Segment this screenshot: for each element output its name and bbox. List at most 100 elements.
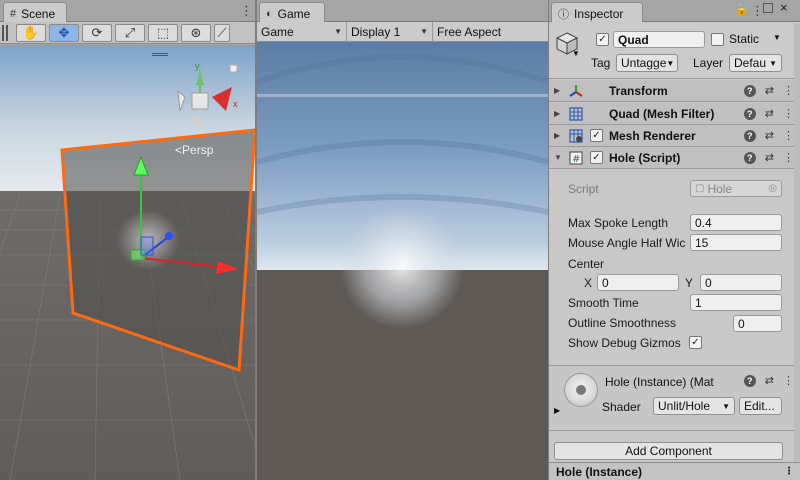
- close-icon[interactable]: ×: [780, 0, 788, 15]
- preset-icon[interactable]: ⇄: [765, 107, 774, 120]
- game-render: [257, 42, 548, 480]
- edit-shader-button[interactable]: Edit...: [739, 397, 782, 415]
- move-tool-button[interactable]: ✥: [49, 23, 79, 42]
- icon-dropdown-icon[interactable]: ▼: [572, 49, 580, 58]
- enabled-checkbox[interactable]: ✓: [590, 129, 603, 142]
- center-y-input[interactable]: 0: [700, 274, 782, 291]
- scene-viewport[interactable]: y x <Persp: [0, 45, 255, 480]
- layer-label: Layer: [693, 56, 724, 70]
- game-viewport[interactable]: [257, 42, 548, 480]
- scene-menu-icon[interactable]: ⋮: [240, 3, 253, 19]
- script-icon: #: [568, 150, 584, 166]
- preset-icon[interactable]: ⇄: [765, 374, 774, 387]
- show-debug-checkbox[interactable]: ✓: [689, 336, 702, 349]
- material-section: ▶ Hole (Instance) (Mat ? ⇄ ⋮ Shader Unli…: [549, 365, 794, 425]
- help-icon[interactable]: ?: [743, 151, 756, 164]
- tab-scene[interactable]: # Scene: [3, 2, 67, 22]
- mouse-angle-input[interactable]: 15: [690, 234, 782, 251]
- tab-inspector[interactable]: ⓘ Inspector: [551, 2, 643, 22]
- preset-icon[interactable]: ⇄: [765, 84, 774, 97]
- component-hole-script[interactable]: ▼ # ✓ Hole (Script) ? ⇄ ⋮: [549, 147, 800, 169]
- fold-arrow-icon[interactable]: ▼: [554, 153, 564, 162]
- add-component-button[interactable]: Add Component: [554, 442, 783, 460]
- transform-tool-button[interactable]: ⊛: [181, 23, 211, 42]
- component-menu-icon[interactable]: ⋮: [783, 374, 794, 387]
- inspector-scrollbar[interactable]: [794, 23, 800, 463]
- layer-dropdown[interactable]: Defau ▼: [729, 54, 782, 72]
- tab-scene-label: Scene: [21, 6, 56, 21]
- lock-icon[interactable]: 🔒: [735, 3, 749, 16]
- component-menu-icon[interactable]: ⋮: [783, 107, 794, 120]
- help-icon[interactable]: ?: [743, 374, 756, 387]
- active-checkbox[interactable]: ✓: [596, 33, 609, 46]
- component-mesh-filter[interactable]: ▶ Quad (Mesh Filter) ? ⇄ ⋮: [549, 103, 800, 125]
- display-dropdown[interactable]: Display 1 ▼: [347, 21, 433, 42]
- hand-tool-button[interactable]: ✋: [16, 23, 46, 42]
- transform-icon: [568, 83, 584, 99]
- help-icon[interactable]: ?: [743, 84, 756, 97]
- fold-arrow-icon[interactable]: ▶: [554, 109, 564, 118]
- rect-tool-button[interactable]: ⬚: [148, 23, 178, 42]
- scene-panel: # Scene ⋮ ✋ ✥ ⟳ ⤢ ⬚ ⊛ ⟋ y x <Persp: [0, 0, 255, 480]
- smooth-time-input[interactable]: 1: [690, 294, 782, 311]
- grid-icon: #: [10, 7, 17, 20]
- component-tools: ? ⇄ ⋮: [743, 129, 794, 142]
- fold-arrow-icon[interactable]: ▶: [554, 131, 564, 140]
- mesh-grid-icon: [568, 106, 584, 122]
- fold-arrow-icon[interactable]: ▶: [554, 406, 560, 415]
- component-tools: ? ⇄ ⋮: [743, 151, 794, 164]
- gameobject-header: ▼ ✓ Quad Static ▼ Tag Untagge ▼ Layer Def…: [549, 23, 800, 79]
- component-menu-icon[interactable]: ⋮: [783, 129, 794, 142]
- scale-tool-button[interactable]: ⤢: [115, 23, 145, 42]
- maximize-icon[interactable]: [763, 3, 773, 13]
- script-label: Script: [568, 182, 599, 196]
- max-spoke-input[interactable]: 0.4: [690, 214, 782, 231]
- rotate-tool-button[interactable]: ⟳: [82, 23, 112, 42]
- center-x-input[interactable]: 0: [597, 274, 679, 291]
- help-icon[interactable]: ?: [743, 107, 756, 120]
- component-menu-icon[interactable]: ⋮: [783, 151, 794, 164]
- game-panel: ◐ Game Game ▼ Display 1 ▼ Free Aspect: [257, 0, 548, 480]
- shader-dropdown[interactable]: Unlit/Hole ▼: [653, 397, 735, 415]
- max-spoke-label: Max Spoke Length: [568, 216, 669, 230]
- preview-footer[interactable]: Hole (Instance) ⋮: [549, 462, 800, 480]
- inspector-tabbar: ⓘ Inspector 🔒 ⋮ ×: [549, 0, 800, 22]
- help-icon[interactable]: ?: [743, 129, 756, 142]
- scene-render: [0, 45, 255, 480]
- persp-arrow-icon: <: [175, 143, 183, 157]
- component-mesh-renderer[interactable]: ▶ ✓ Mesh Renderer ? ⇄ ⋮: [549, 125, 800, 147]
- chevron-down-icon: ▼: [334, 27, 342, 36]
- material-tools: ? ⇄ ⋮: [743, 374, 794, 387]
- component-menu-icon[interactable]: ⋮: [783, 84, 794, 97]
- scene-tabbar: # Scene ⋮: [0, 0, 255, 22]
- fold-arrow-icon[interactable]: ▶: [554, 86, 564, 95]
- custom-tool-button[interactable]: ⟋: [214, 23, 230, 42]
- component-transform[interactable]: ▶ Transform ? ⇄ ⋮: [549, 80, 800, 102]
- tag-dropdown[interactable]: Untagge ▼: [616, 54, 678, 72]
- toolbar-grip-icon[interactable]: [2, 24, 12, 41]
- game-toolbar: Game ▼ Display 1 ▼ Free Aspect: [257, 21, 548, 42]
- component-tools: ? ⇄ ⋮: [743, 107, 794, 120]
- outline-smoothness-input[interactable]: 0: [733, 315, 782, 332]
- material-preview[interactable]: [564, 373, 598, 407]
- persp-label[interactable]: <Persp: [175, 143, 213, 157]
- aspect-dropdown[interactable]: Free Aspect: [433, 22, 548, 42]
- tab-game-label: Game: [277, 6, 311, 21]
- preset-icon[interactable]: ⇄: [765, 129, 774, 142]
- chevron-down-icon: ▼: [420, 27, 428, 36]
- gizmo-y-label: y: [195, 61, 200, 71]
- script-field[interactable]: ▢ Hole ◎: [690, 180, 782, 197]
- rotate-icon: ⟳: [91, 24, 103, 40]
- static-dropdown-icon[interactable]: ▼: [773, 33, 781, 42]
- component-name: Hole (Script): [609, 150, 681, 165]
- static-checkbox[interactable]: [711, 33, 724, 46]
- tab-game[interactable]: ◐ Game: [259, 2, 325, 22]
- footer-menu-icon[interactable]: ⋮: [784, 466, 794, 477]
- preset-icon[interactable]: ⇄: [765, 151, 774, 164]
- chevron-down-icon: ▼: [666, 58, 675, 68]
- object-name-input[interactable]: Quad: [613, 31, 705, 48]
- enabled-checkbox[interactable]: ✓: [590, 151, 603, 164]
- scale-icon: ⤢: [124, 24, 136, 40]
- game-mode-dropdown[interactable]: Game ▼: [257, 21, 347, 42]
- gamepad-icon: ◐: [266, 7, 273, 20]
